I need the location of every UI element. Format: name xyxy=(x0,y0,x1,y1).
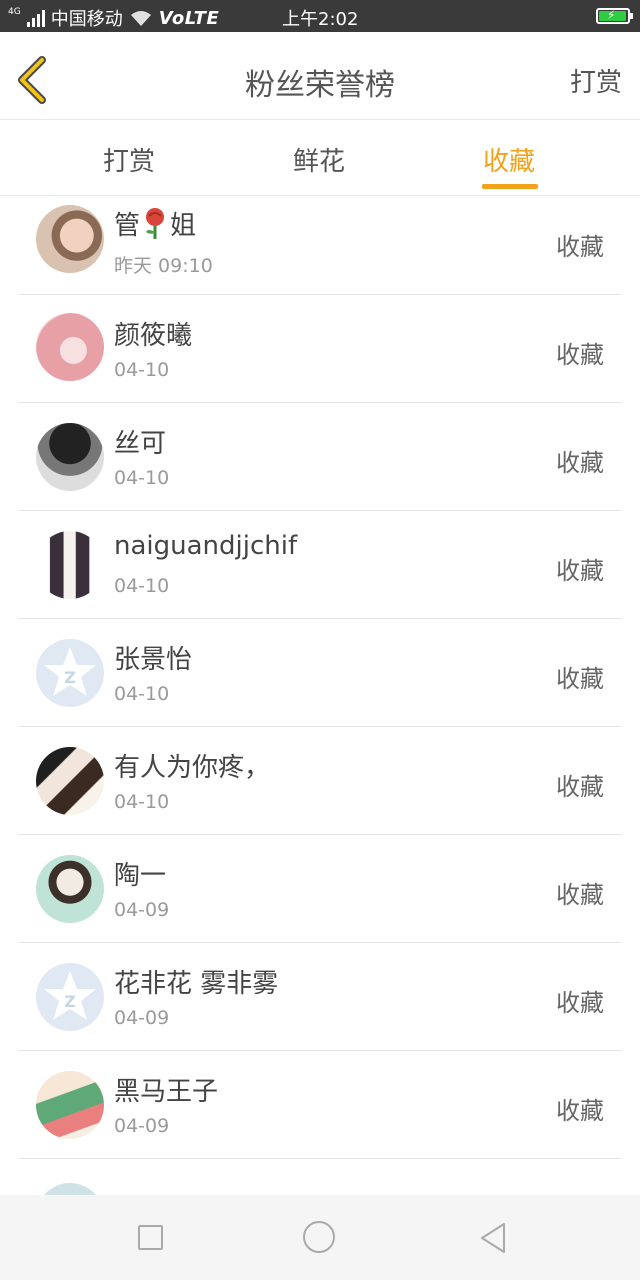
partial-avatar[interactable] xyxy=(36,1183,104,1195)
tab-bar: 打赏 鲜花 收藏 xyxy=(0,121,640,196)
item-date: 04-10 xyxy=(114,791,170,813)
list-item[interactable]: 黑马王子 04-09 收藏 xyxy=(18,1051,622,1159)
list-item[interactable]: Z 张景怡 04-10 收藏 xyxy=(18,619,622,727)
home-icon[interactable] xyxy=(303,1221,335,1253)
rose-icon xyxy=(146,208,165,239)
default-star-avatar[interactable]: Z xyxy=(36,963,104,1031)
tab-flowers[interactable]: 鲜花 xyxy=(293,141,345,178)
item-date: 04-10 xyxy=(114,467,170,489)
list-item[interactable]: naiguandjjchif 04-10 收藏 xyxy=(18,511,622,619)
cartoon-couple-avatar[interactable] xyxy=(36,531,104,599)
app-header: 粉丝荣誉榜 打赏 xyxy=(0,32,640,120)
list-item[interactable]: 颜筱曦 04-10 收藏 xyxy=(18,295,622,403)
user-name: 花非花 雾非雾 xyxy=(114,969,279,999)
favorite-action[interactable]: 收藏 xyxy=(556,983,604,1018)
favorite-action[interactable]: 收藏 xyxy=(556,443,604,478)
list-item[interactable]: 管 姐 昨天 09:10 收藏 xyxy=(18,197,622,295)
item-date: 04-09 xyxy=(114,1115,170,1137)
item-date: 04-10 xyxy=(114,575,170,597)
status-bar: 4G 中国移动 VoLTE 上午2:02 ⚡ xyxy=(0,0,640,32)
back-triangle-icon[interactable] xyxy=(478,1221,508,1255)
item-date: 04-10 xyxy=(114,359,170,381)
favorite-action[interactable]: 收藏 xyxy=(556,875,604,910)
user-name: 丝可 xyxy=(114,429,167,459)
reward-button[interactable]: 打赏 xyxy=(570,62,622,99)
list-item[interactable]: 陶一 04-09 收藏 xyxy=(18,835,622,943)
wifi-icon xyxy=(130,11,151,26)
user-name: 陶一 xyxy=(114,861,167,891)
status-time: 上午2:02 xyxy=(282,9,359,30)
photo-avatar[interactable] xyxy=(36,205,104,273)
user-name: 张景怡 xyxy=(114,645,193,675)
favorite-action[interactable]: 收藏 xyxy=(556,1091,604,1126)
star-icon: Z xyxy=(44,647,96,696)
system-nav-bar xyxy=(0,1195,640,1280)
tab-favorites[interactable]: 收藏 xyxy=(483,141,535,178)
user-name: 有人为你疼， xyxy=(114,753,271,783)
tab-reward[interactable]: 打赏 xyxy=(103,141,155,178)
page-title: 粉丝荣誉榜 xyxy=(245,68,395,103)
black-cap-avatar[interactable] xyxy=(36,423,104,491)
pink-hair-avatar[interactable] xyxy=(36,313,104,381)
item-date: 04-09 xyxy=(114,899,170,921)
user-name: 黑马王子 xyxy=(114,1077,219,1107)
list-item[interactable]: 有人为你疼， 04-10 收藏 xyxy=(18,727,622,835)
fan-list[interactable]: 管 姐 昨天 09:10 收藏 颜筱曦 04-10 收藏 丝可 04-10 收藏… xyxy=(0,197,640,1195)
carrier-name: 中国移动 xyxy=(50,9,123,30)
two-girls-avatar[interactable] xyxy=(36,747,104,815)
user-name: 颜筱曦 xyxy=(114,321,193,351)
recent-apps-icon[interactable] xyxy=(138,1225,163,1250)
favorite-action[interactable]: 收藏 xyxy=(556,551,604,586)
default-star-avatar[interactable]: Z xyxy=(36,639,104,707)
svg-text:Z: Z xyxy=(64,668,76,687)
list-item-partial[interactable] xyxy=(18,1159,622,1195)
user-name: 管 姐 xyxy=(114,205,196,242)
svg-text:Z: Z xyxy=(64,992,76,1011)
list-item[interactable]: Z 花非花 雾非雾 04-09 收藏 xyxy=(18,943,622,1051)
item-date: 04-09 xyxy=(114,1007,170,1029)
girl-avatar[interactable] xyxy=(36,855,104,923)
favorite-action[interactable]: 收藏 xyxy=(556,767,604,802)
favorite-action[interactable]: 收藏 xyxy=(556,227,604,262)
user-name: naiguandjjchif xyxy=(114,531,298,561)
network-type: 4G xyxy=(8,7,21,17)
volte-indicator: VoLTE xyxy=(158,7,220,29)
favorite-action[interactable]: 收藏 xyxy=(556,335,604,370)
signal-icon xyxy=(26,9,45,27)
item-date: 昨天 09:10 xyxy=(114,255,213,277)
item-date: 04-10 xyxy=(114,683,170,705)
favorite-action[interactable]: 收藏 xyxy=(556,659,604,694)
star-icon: Z xyxy=(44,971,96,1020)
list-item[interactable]: 丝可 04-10 收藏 xyxy=(18,403,622,511)
battery-charging-icon: ⚡ xyxy=(596,8,633,24)
cartoon-avatar[interactable] xyxy=(36,1071,104,1139)
active-tab-indicator xyxy=(482,184,538,189)
